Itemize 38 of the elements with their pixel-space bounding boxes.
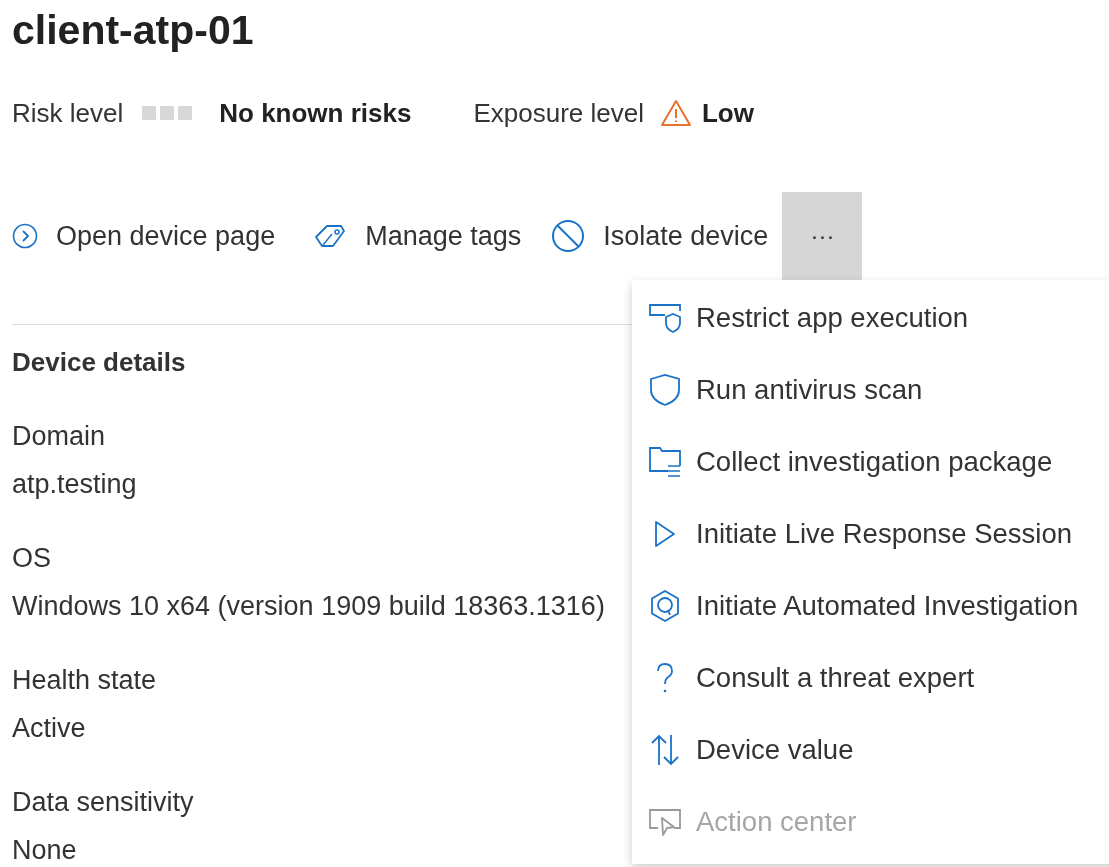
risk-level-label: Risk level: [12, 97, 124, 129]
detail-value: None: [12, 835, 77, 865]
risk-level-value: No known risks: [219, 97, 412, 129]
play-icon: [653, 520, 677, 548]
menu-item[interactable]: Consult a threat expert: [632, 642, 1109, 714]
screen-cursor-icon: [648, 808, 682, 836]
section-heading: Device details: [12, 347, 186, 377]
menu-item[interactable]: Collect investigation package: [632, 426, 1109, 498]
tag-icon: [313, 223, 348, 249]
menu-item[interactable]: Restrict app execution: [632, 282, 1109, 354]
warning-icon: [659, 99, 692, 127]
monitor-shield-icon: [648, 303, 682, 333]
menu-item[interactable]: Run antivirus scan: [632, 354, 1109, 426]
more-button[interactable]: ···: [782, 192, 863, 280]
chevron-circle-icon: [12, 223, 38, 249]
hexagon-icon: [649, 590, 681, 622]
exposure-level-value: Low: [701, 97, 754, 129]
menu-item[interactable]: Initiate Live Response Session: [632, 498, 1109, 570]
exposure-level-label: Exposure level: [473, 97, 644, 129]
action-button[interactable]: Manage tags: [313, 220, 522, 252]
question-icon: [654, 662, 676, 694]
device-title: client-atp-01: [12, 6, 255, 54]
menu-item[interactable]: Initiate Automated Investigation: [632, 570, 1109, 642]
detail-value: Active: [12, 713, 86, 743]
detail-label: Domain: [12, 421, 106, 451]
detail-label: Data sensitivity: [12, 787, 194, 817]
block-icon: [551, 219, 586, 253]
action-button[interactable]: Open device page: [12, 220, 276, 252]
menu-item[interactable]: Device value: [632, 714, 1109, 786]
sort-arrows-icon: [650, 734, 680, 766]
shield-icon: [649, 374, 681, 406]
risk-bars-icon: [142, 106, 193, 120]
detail-label: Health state: [12, 665, 157, 695]
detail-value: atp.testing: [12, 469, 137, 499]
folder-list-icon: [648, 446, 682, 478]
action-button[interactable]: Isolate device: [551, 219, 769, 253]
detail-label: OS: [12, 543, 51, 573]
detail-value: Windows 10 x64 (version 1909 build 18363.1316): [12, 591, 605, 621]
